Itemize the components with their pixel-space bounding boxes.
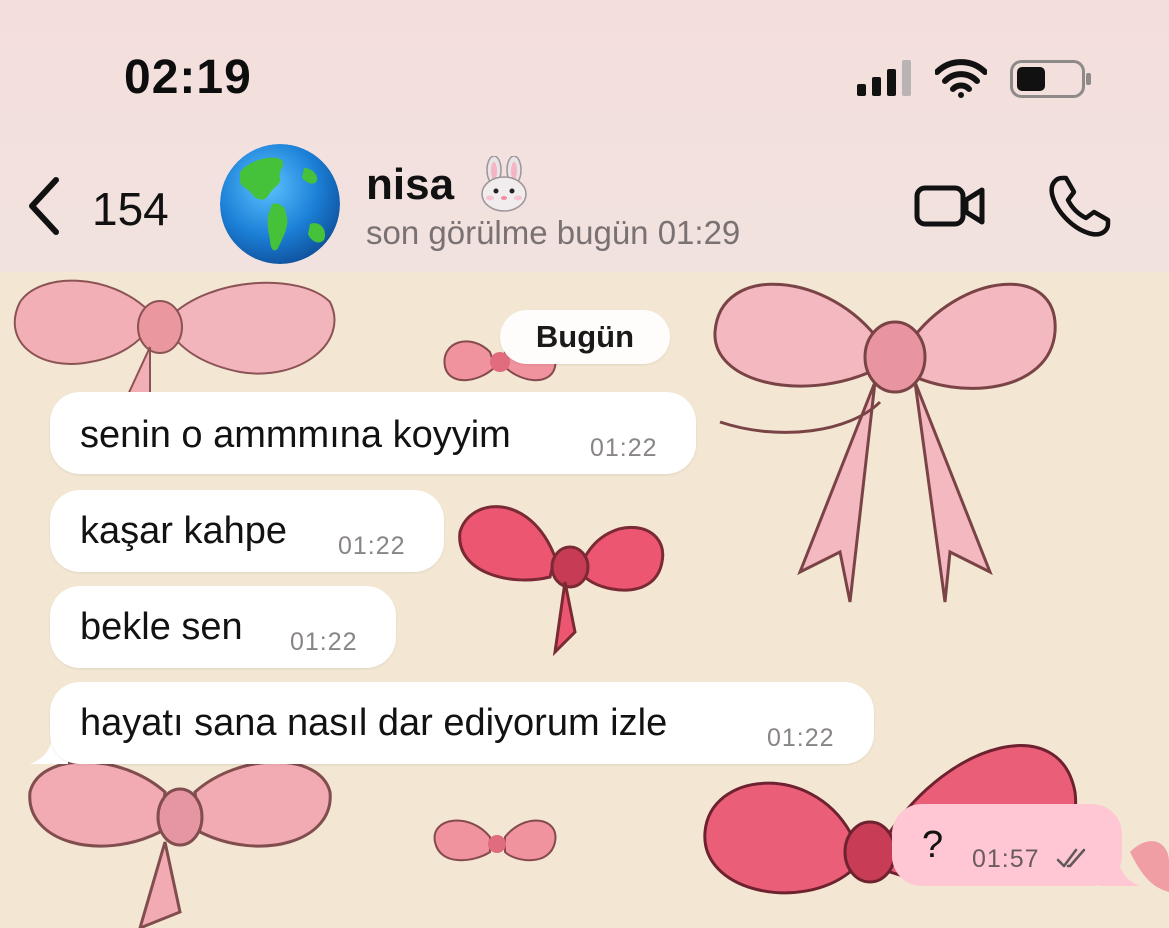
incoming-message[interactable]: senin o ammmına koyyim 01:22 xyxy=(50,392,696,474)
phone-call-icon[interactable] xyxy=(1044,172,1114,242)
message-text: hayatı sana nasıl dar ediyorum izle xyxy=(80,702,668,744)
message-text: ? xyxy=(922,824,944,866)
incoming-message[interactable]: bekle sen 01:22 xyxy=(50,586,396,668)
cellular-signal-icon xyxy=(857,60,911,96)
contact-avatar[interactable] xyxy=(220,144,340,264)
incoming-message[interactable]: hayatı sana nasıl dar ediyorum izle 01:2… xyxy=(50,682,874,764)
last-seen-status: son görülme bugün 01:29 xyxy=(366,214,741,251)
message-text: kaşar kahpe xyxy=(80,510,288,552)
message-time: 01:22 xyxy=(290,628,358,656)
message-text: bekle sen xyxy=(80,606,243,648)
top-bar: 02:19 154 nisa son görülme bugün 01:29 xyxy=(0,0,1169,272)
message-time: 01:57 xyxy=(972,845,1040,873)
message-time: 01:22 xyxy=(338,532,406,560)
video-call-icon[interactable] xyxy=(914,180,986,232)
battery-icon xyxy=(1010,60,1091,98)
incoming-message[interactable]: kaşar kahpe 01:22 xyxy=(50,490,444,572)
rabbit-emoji-icon xyxy=(481,156,527,212)
back-chevron-icon[interactable] xyxy=(24,176,64,236)
contact-name[interactable]: nisa xyxy=(366,160,454,210)
day-separator: Bugün xyxy=(500,310,670,364)
message-text: senin o ammmına koyyim xyxy=(80,414,511,456)
outgoing-message[interactable]: ? 01:57 xyxy=(892,804,1122,886)
message-time: 01:22 xyxy=(590,434,658,462)
unread-count[interactable]: 154 xyxy=(92,182,169,236)
wifi-icon xyxy=(935,59,987,98)
message-time: 01:22 xyxy=(767,724,835,752)
status-time: 02:19 xyxy=(124,51,252,104)
read-receipt-icon xyxy=(1056,848,1086,868)
